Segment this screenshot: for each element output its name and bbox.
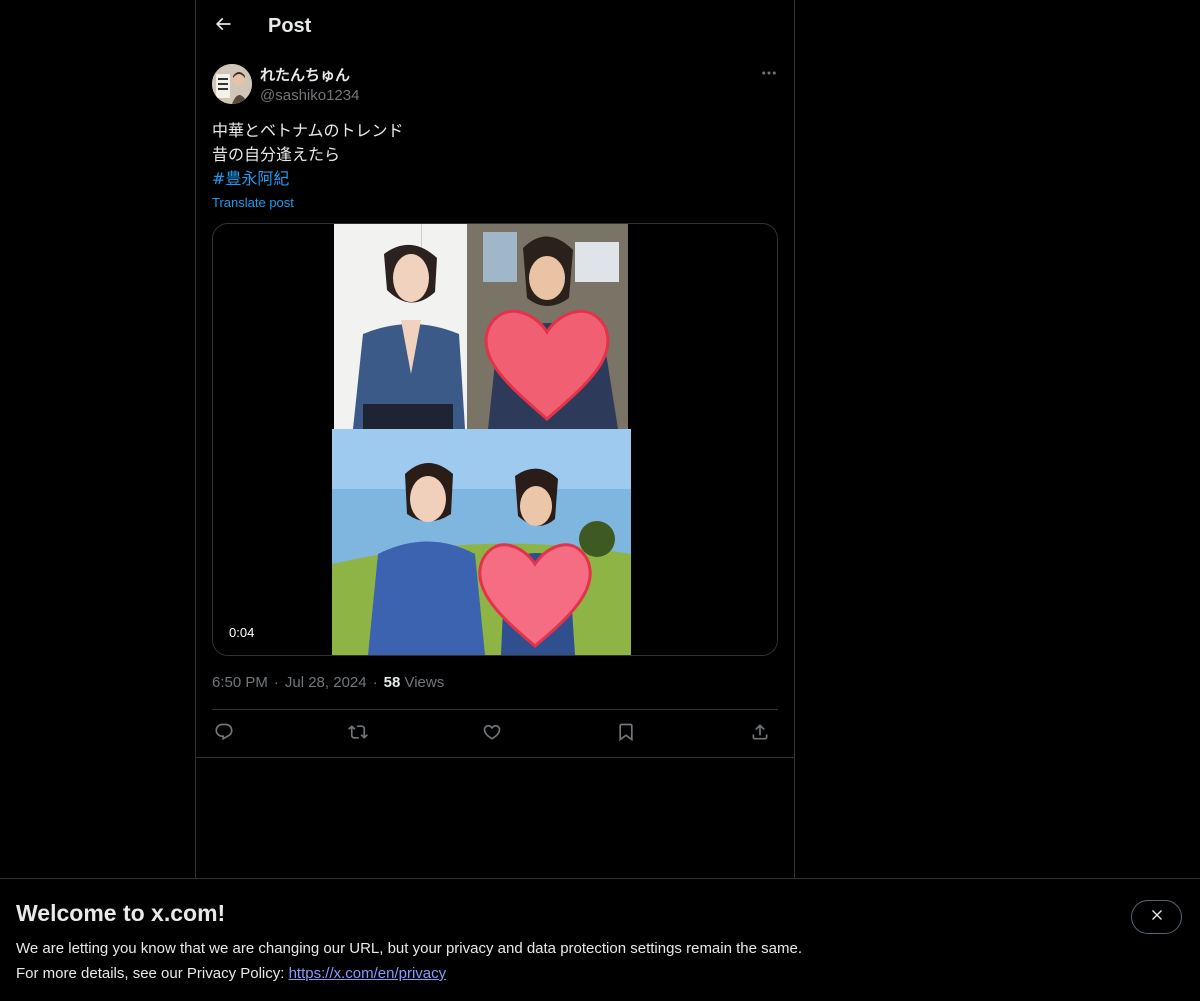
video-thumbnail — [213, 224, 777, 655]
translate-post-link[interactable]: Translate post — [212, 194, 294, 212]
heart-icon — [482, 722, 502, 747]
post-actions — [212, 709, 778, 758]
page-title: Post — [268, 15, 312, 37]
post-meta: 6:50 PM · Jul 28, 2024 · 58 Views — [212, 673, 444, 693]
bookmark-button[interactable] — [614, 722, 638, 746]
divider — [196, 757, 794, 758]
banner-text: We are letting you know that we are chan… — [16, 936, 802, 986]
back-button[interactable] — [206, 9, 240, 43]
video-duration: 0:04 — [223, 623, 261, 643]
post-text-line-2: 昔の自分逢えたら — [212, 145, 341, 164]
arrow-left-icon — [213, 14, 233, 39]
repost-button[interactable] — [346, 722, 370, 746]
share-button[interactable] — [748, 722, 772, 746]
avatar[interactable] — [212, 64, 252, 104]
banner-line-1: We are letting you know that we are chan… — [16, 940, 802, 957]
reply-icon — [214, 722, 234, 747]
bookmark-icon — [616, 722, 636, 747]
banner-close-button[interactable] — [1131, 900, 1182, 934]
banner-line-2: For more details, see our Privacy Policy… — [16, 961, 802, 986]
repost-icon — [348, 722, 368, 747]
post-date[interactable]: Jul 28, 2024 — [285, 674, 367, 691]
author-handle[interactable]: @sashiko1234 — [260, 86, 359, 106]
post-time[interactable]: 6:50 PM — [212, 674, 268, 691]
more-horizontal-icon — [760, 64, 778, 87]
banner-line-2-text: For more details, see our Privacy Policy… — [16, 965, 289, 982]
reply-button[interactable] — [212, 722, 236, 746]
video-player[interactable]: 0:04 — [212, 223, 778, 656]
like-button[interactable] — [480, 722, 504, 746]
hashtag-link[interactable]: #豊永阿紀 — [212, 167, 772, 191]
banner-title: Welcome to x.com! — [16, 900, 226, 926]
views-count: 58 — [383, 674, 401, 691]
more-options-button[interactable] — [756, 64, 782, 86]
post-header: Post — [196, 0, 794, 53]
close-icon — [1149, 907, 1165, 928]
meta-separator: · — [372, 674, 378, 691]
privacy-policy-link[interactable]: https://x.com/en/privacy — [289, 965, 447, 982]
url-change-banner: Welcome to x.com! We are letting you kno… — [0, 878, 1200, 1001]
post-text: 中華とベトナムのトレンド 昔の自分逢えたら #豊永阿紀 — [212, 119, 772, 191]
meta-separator: · — [273, 674, 279, 691]
author-display-name[interactable]: れたんちゅん — [260, 65, 350, 85]
share-icon — [750, 722, 770, 747]
main-column: Post れたんちゅん @sashiko1234 中華とベトナムのトレンド 昔の… — [195, 0, 795, 878]
views-label: Views — [404, 674, 445, 691]
post-text-line-1: 中華とベトナムのトレンド — [212, 121, 404, 140]
